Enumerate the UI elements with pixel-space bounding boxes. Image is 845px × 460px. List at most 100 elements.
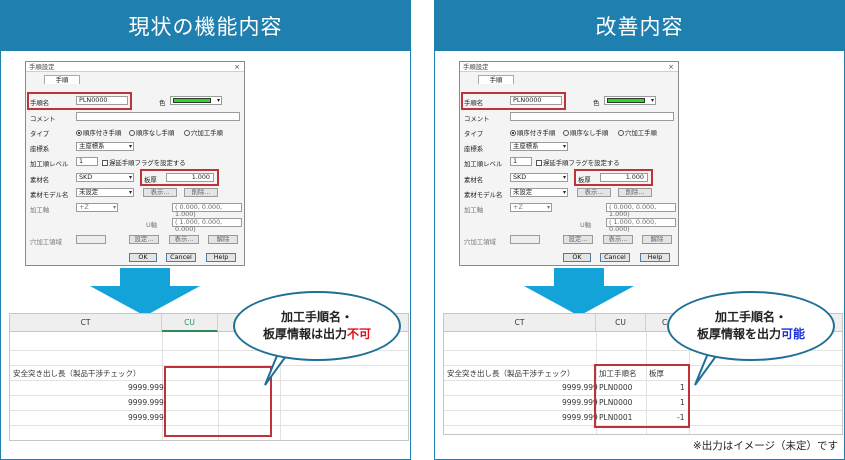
set-button[interactable]: 設定... bbox=[129, 235, 159, 244]
value-cell: 9999.999 bbox=[128, 398, 164, 407]
improvement-panel: 改善内容 手順設定× 手順 手順名 PLN0000 色 コメント タイプ 順序付… bbox=[434, 0, 845, 460]
hole-area-label: 穴加工領域 bbox=[464, 238, 496, 246]
comment-field[interactable] bbox=[510, 112, 674, 121]
delay-checkbox[interactable]: 遅延手順フラグを設定する bbox=[536, 158, 620, 167]
coord-select[interactable]: 主座標系 bbox=[510, 142, 568, 151]
close-icon[interactable]: × bbox=[668, 62, 674, 72]
highlight-name bbox=[27, 92, 132, 110]
row-label: 安全突き出し長（製品干渉チェック） bbox=[447, 369, 575, 378]
col-ct: CT bbox=[444, 314, 596, 332]
type-unordered-radio[interactable]: 順序なし手順 bbox=[129, 128, 174, 137]
show-button-2[interactable]: 表示... bbox=[169, 235, 199, 244]
delete-button[interactable]: 削除... bbox=[618, 188, 652, 197]
highlight-thickness bbox=[574, 169, 653, 186]
u-axis-vector: ( 1.000, 0.000, 0.000) bbox=[172, 218, 242, 233]
bubble-line-1: 加工手順名・ bbox=[714, 310, 787, 324]
axis-vector: ( 0.000, 0.000, 1.000) bbox=[606, 203, 676, 218]
show-button[interactable]: 表示... bbox=[577, 188, 611, 197]
callout-bubble: 加工手順名・ 板厚情報は出力不可 bbox=[233, 291, 401, 361]
bubble-line-1: 加工手順名・ bbox=[280, 310, 353, 324]
coord-select[interactable]: 主座標系 bbox=[76, 142, 134, 151]
color-swatch bbox=[173, 98, 211, 103]
highlight-name bbox=[461, 92, 566, 110]
axis-label: 加工軸 bbox=[464, 206, 484, 214]
tab-procedure[interactable]: 手順 bbox=[44, 75, 80, 84]
delete-button[interactable]: 削除... bbox=[184, 188, 218, 197]
hole-area-field bbox=[510, 235, 540, 244]
procedure-settings-dialog: 手順設定× 手順 手順名 PLN0000 色 コメント タイプ 順序付き手順 順… bbox=[459, 61, 679, 266]
material-select[interactable]: SKD bbox=[510, 173, 568, 182]
value-cell: 9999.999 bbox=[562, 398, 598, 407]
hole-area-label: 穴加工領域 bbox=[30, 238, 62, 246]
help-button[interactable]: Help bbox=[206, 253, 236, 262]
coord-label: 座標系 bbox=[30, 145, 50, 153]
cancel-button[interactable]: Cancel bbox=[600, 253, 630, 262]
down-arrow-icon bbox=[90, 268, 200, 316]
type-label: タイプ bbox=[30, 130, 50, 138]
hole-area-field bbox=[76, 235, 106, 244]
help-button[interactable]: Help bbox=[640, 253, 670, 262]
type-ordered-radio[interactable]: 順序付き手順 bbox=[76, 128, 121, 137]
dialog-title: 手順設定 bbox=[29, 63, 55, 71]
axis-vector: ( 0.000, 0.000, 1.000) bbox=[172, 203, 242, 218]
value-cell: 9999.999 bbox=[562, 413, 598, 422]
color-label: 色 bbox=[159, 99, 166, 107]
panel-heading: 改善内容 bbox=[435, 1, 844, 51]
type-hole-radio[interactable]: 穴加工手順 bbox=[618, 128, 657, 137]
current-features-panel: 現状の機能内容 手順設定× 手順 手順名 PLN0000 色 コメント タイプ … bbox=[0, 0, 411, 460]
release-button[interactable]: 解除 bbox=[642, 235, 672, 244]
level-stepper[interactable]: 1 bbox=[76, 157, 98, 166]
highlight-new-output bbox=[594, 364, 690, 428]
material-label: 素材名 bbox=[30, 176, 50, 184]
type-label: タイプ bbox=[464, 130, 484, 138]
procedure-settings-dialog: 手順設定× 手順 手順名 PLN0000 色 コメント タイプ 順序付き手順 順… bbox=[25, 61, 245, 266]
dialog-title: 手順設定 bbox=[463, 63, 489, 71]
bubble-line-2: 板厚情報は出力 bbox=[262, 327, 347, 341]
footnote: ※出力はイメージ（未定）です bbox=[692, 440, 838, 452]
ok-button[interactable]: OK bbox=[563, 253, 591, 262]
col-cu: CU bbox=[162, 314, 218, 332]
tab-procedure[interactable]: 手順 bbox=[478, 75, 514, 84]
cancel-button[interactable]: Cancel bbox=[166, 253, 196, 262]
col-ct: CT bbox=[10, 314, 162, 332]
value-cell: 9999.999 bbox=[562, 383, 598, 392]
highlight-thickness bbox=[140, 169, 219, 186]
type-hole-radio[interactable]: 穴加工手順 bbox=[184, 128, 223, 137]
show-button-2[interactable]: 表示... bbox=[603, 235, 633, 244]
axis-select[interactable]: +Z bbox=[510, 203, 552, 212]
model-select[interactable]: 未設定 bbox=[510, 188, 568, 197]
row-label: 安全突き出し長（製品干渉チェック） bbox=[13, 369, 141, 378]
set-button[interactable]: 設定... bbox=[563, 235, 593, 244]
u-axis-label: U軸 bbox=[580, 221, 592, 229]
model-label: 素材モデル名 bbox=[464, 191, 503, 199]
u-axis-label: U軸 bbox=[146, 221, 158, 229]
value-cell: 9999.999 bbox=[128, 413, 164, 422]
delay-checkbox[interactable]: 遅延手順フラグを設定する bbox=[102, 158, 186, 167]
axis-select[interactable]: +Z bbox=[76, 203, 118, 212]
type-ordered-radio[interactable]: 順序付き手順 bbox=[510, 128, 555, 137]
comment-label: コメント bbox=[30, 115, 56, 123]
comment-field[interactable] bbox=[76, 112, 240, 121]
release-button[interactable]: 解除 bbox=[208, 235, 238, 244]
value-cell: 9999.999 bbox=[128, 383, 164, 392]
close-icon[interactable]: × bbox=[234, 62, 240, 72]
bubble-emphasis: 不可 bbox=[347, 327, 372, 341]
bubble-line-2: 板厚情報を出力 bbox=[696, 327, 781, 341]
axis-label: 加工軸 bbox=[30, 206, 50, 214]
material-label: 素材名 bbox=[464, 176, 484, 184]
show-button[interactable]: 表示... bbox=[143, 188, 177, 197]
panel-heading: 現状の機能内容 bbox=[1, 1, 410, 51]
bubble-emphasis: 可能 bbox=[781, 327, 806, 341]
color-select[interactable] bbox=[604, 96, 656, 105]
col-cu: CU bbox=[596, 314, 646, 332]
highlight-missing-output bbox=[164, 366, 272, 437]
color-select[interactable] bbox=[170, 96, 222, 105]
ok-button[interactable]: OK bbox=[129, 253, 157, 262]
level-stepper[interactable]: 1 bbox=[510, 157, 532, 166]
type-unordered-radio[interactable]: 順序なし手順 bbox=[563, 128, 608, 137]
color-label: 色 bbox=[593, 99, 600, 107]
model-select[interactable]: 未設定 bbox=[76, 188, 134, 197]
color-swatch bbox=[607, 98, 645, 103]
material-select[interactable]: SKD bbox=[76, 173, 134, 182]
callout-bubble: 加工手順名・ 板厚情報を出力可能 bbox=[667, 291, 835, 361]
